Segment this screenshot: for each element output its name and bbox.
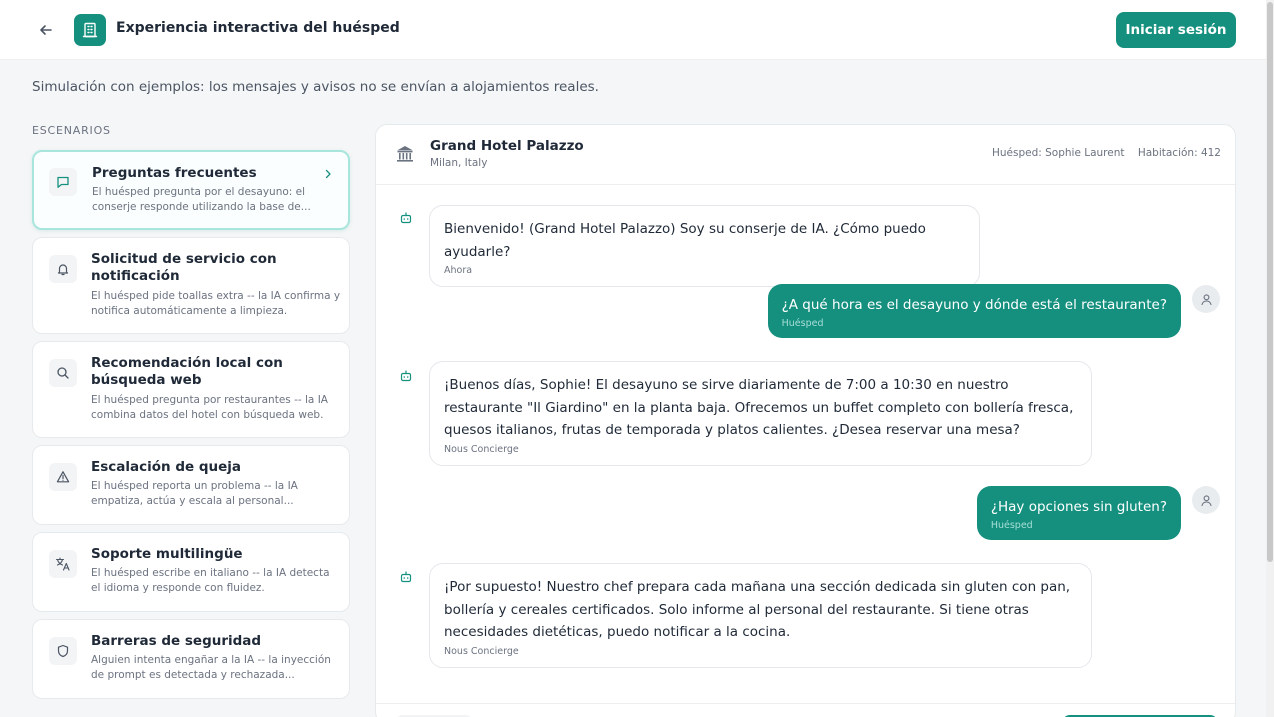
scenario-service-request[interactable]: Solicitud de servicio con notificación E… — [32, 237, 350, 334]
message-text: ¡Buenos días, Sophie! El desayuno se sir… — [444, 377, 1074, 438]
scenario-security-guardrails[interactable]: Barreras de seguridad Alguien intenta en… — [32, 619, 350, 699]
message-text: Bienvenido! (Grand Hotel Palazzo) Soy su… — [444, 221, 926, 260]
login-button[interactable]: Iniciar sesión — [1116, 12, 1236, 48]
message-meta: Ahora — [444, 265, 473, 276]
user-message: ¿Hay opciones sin gluten? Huésped — [976, 486, 1181, 540]
guest-name: Huésped: Sophie Laurent — [991, 147, 1125, 159]
scenario-icon — [49, 637, 77, 665]
scenario-description: El huésped pide toallas extra -- la IA c… — [91, 290, 341, 317]
user-icon — [1200, 494, 1212, 506]
scenario-icon — [49, 255, 77, 283]
hotel-name: Grand Hotel Palazzo — [430, 138, 584, 154]
back-button[interactable] — [36, 20, 56, 40]
landmark-icon — [397, 146, 413, 162]
scenario-faq[interactable]: Preguntas frecuentes El huésped pregunta… — [32, 150, 350, 230]
bot-icon — [400, 571, 412, 583]
chat-header: Grand Hotel Palazzo Milan, Italy Huésped… — [376, 125, 1235, 185]
scenario-description: El huésped reporta un problema -- la IA … — [91, 480, 298, 507]
scenario-local-recommendation[interactable]: Recomendación local con búsqueda web El … — [32, 341, 350, 438]
scenario-multilingual[interactable]: Soporte multilingüe El huésped escribe e… — [32, 532, 350, 612]
hotel-location: Milan, Italy — [430, 157, 488, 169]
arrow-left-icon — [40, 25, 52, 35]
alert-triangle-icon — [56, 471, 70, 483]
scenario-complaint-escalation[interactable]: Escalación de queja El huésped reporta u… — [32, 445, 350, 525]
message-meta: Nous Concierge — [444, 443, 519, 455]
shield-icon — [57, 644, 69, 658]
chat-footer — [376, 703, 1235, 717]
bell-icon — [57, 264, 69, 276]
user-icon — [1200, 293, 1212, 305]
room-number: Habitación: 412 — [1137, 147, 1221, 159]
message-text: ¡Por supuesto! Nuestro chef prepara cada… — [444, 579, 1071, 640]
scenario-title: Recomendación local con búsqueda web — [91, 355, 283, 388]
user-avatar — [1192, 285, 1220, 313]
app-logo — [74, 14, 106, 46]
page-title: Experiencia interactiva del huésped — [116, 20, 400, 36]
simulation-notice: Simulación con ejemplos: los mensajes y … — [32, 79, 599, 95]
building-icon — [82, 22, 98, 38]
message-meta: Huésped — [990, 520, 1033, 531]
message-meta: Huésped — [781, 318, 824, 329]
bot-message: ¡Buenos días, Sophie! El desayuno se sir… — [429, 361, 1092, 466]
scenarios-label: ESCENARIOS — [32, 124, 111, 137]
scenario-description: Alguien intenta engañar a la IA -- la in… — [91, 654, 331, 681]
chat-panel: Grand Hotel Palazzo Milan, Italy Huésped… — [375, 124, 1236, 717]
scenario-description: El huésped pregunta por restaurantes -- … — [91, 394, 328, 421]
scenario-title: Solicitud de servicio con notificación — [91, 251, 277, 284]
guest-info: Huésped: Sophie Laurent Habitación: 412 — [982, 147, 1221, 159]
bot-message: ¡Por supuesto! Nuestro chef prepara cada… — [429, 563, 1092, 668]
search-icon — [57, 367, 69, 379]
scenario-title: Escalación de queja — [91, 459, 242, 475]
message-text: ¿A qué hora es el desayuno y dónde está … — [781, 297, 1167, 313]
scenario-title: Barreras de seguridad — [91, 633, 262, 649]
bot-message: Bienvenido! (Grand Hotel Palazzo) Soy su… — [429, 205, 980, 287]
scrollbar-thumb[interactable] — [1267, 2, 1273, 562]
scenario-title: Soporte multilingüe — [91, 546, 243, 562]
user-message: ¿A qué hora es el desayuno y dónde está … — [767, 284, 1181, 338]
scenario-description: El huésped escribe en italiano -- la IA … — [91, 567, 330, 594]
chevron-right-icon — [325, 169, 331, 179]
scenario-title: Preguntas frecuentes — [92, 165, 257, 181]
message-meta: Nous Concierge — [444, 645, 519, 657]
bot-icon — [400, 370, 412, 382]
scenario-icon — [49, 463, 77, 491]
scenario-icon — [49, 168, 77, 196]
user-avatar — [1192, 486, 1220, 514]
scenario-icon — [49, 550, 77, 578]
message-square-icon — [57, 176, 69, 188]
scenario-description: El huésped pregunta por el desayuno: el … — [92, 186, 311, 213]
bot-icon — [400, 212, 412, 224]
translate-icon — [55, 557, 70, 571]
scenario-icon — [49, 359, 77, 387]
message-text: ¿Hay opciones sin gluten? — [990, 499, 1167, 515]
top-bar: Experiencia interactiva del huésped Inic… — [0, 0, 1270, 60]
